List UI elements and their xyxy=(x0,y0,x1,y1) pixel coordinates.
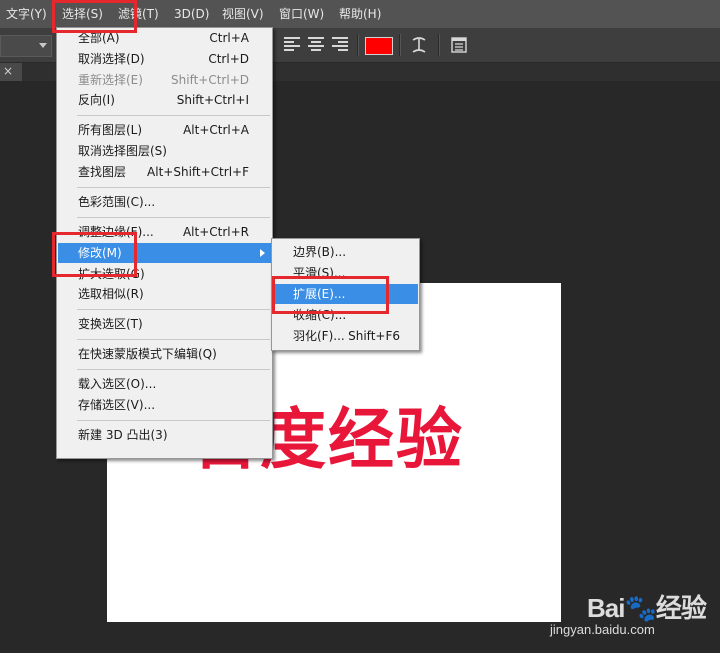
highlight-expand-item xyxy=(272,276,389,314)
baidu-watermark: Bai🐾经验 jingyan.baidu.com xyxy=(550,588,720,653)
warp-text-icon[interactable] xyxy=(410,35,428,55)
menu-item-label: 新建 3D 凸出(3) xyxy=(78,428,168,443)
menu-item-shortcut: Ctrl+A xyxy=(209,31,249,45)
menu-separator xyxy=(77,309,270,311)
menu-separator xyxy=(77,216,270,218)
menu-item-shortcut: Ctrl+D xyxy=(208,51,249,66)
menu-separator xyxy=(77,339,270,341)
menu-item-shortcut: Alt+Ctrl+A xyxy=(183,123,249,138)
watermark-brand: Bai🐾经验 xyxy=(587,593,707,623)
menu-item-label: 取消选择(D) xyxy=(78,51,145,66)
align-center-icon[interactable] xyxy=(308,35,326,55)
toolbar-separator xyxy=(357,34,359,56)
select-menu-item[interactable]: 载入选区(O)... xyxy=(58,374,271,394)
select-menu-item: 重新选择(E) Shift+Ctrl+D xyxy=(58,70,271,90)
menu-item-label: 取消选择图层(S) xyxy=(78,144,167,159)
select-menu-item[interactable]: 选取相似(R) xyxy=(58,284,271,304)
panels-icon[interactable] xyxy=(450,35,468,55)
highlight-modify-item xyxy=(52,232,137,277)
select-menu-item[interactable]: 在快速蒙版模式下编辑(Q) xyxy=(58,344,271,364)
submenu-item[interactable]: 边界(B)... xyxy=(273,242,418,262)
close-icon[interactable]: × xyxy=(3,63,13,79)
menu-item-label: 变换选区(T) xyxy=(78,317,143,332)
menu-item-label: 所有图层(L) xyxy=(78,123,143,138)
menu-item-shortcut: Alt+Ctrl+R xyxy=(182,225,249,239)
submenu-arrow-icon xyxy=(260,248,265,257)
menu-help[interactable]: 帮助(H) xyxy=(339,0,381,28)
warp-text-glyph xyxy=(412,37,426,53)
menu-item-label: 存储选区(V)... xyxy=(78,398,156,413)
highlight-select-menu xyxy=(52,0,137,33)
watermark-url: jingyan.baidu.com xyxy=(550,622,655,637)
menu-item-shortcut: Shift+Ctrl+D xyxy=(171,72,249,87)
toolbar-separator xyxy=(438,34,440,56)
select-menu-item[interactable]: 所有图层(L) Alt+Ctrl+A xyxy=(58,120,271,140)
menu-separator xyxy=(77,115,270,117)
panels-glyph xyxy=(451,37,467,53)
menu-item-shortcut: Shift+Ctrl+I xyxy=(176,93,249,108)
chevron-down-icon xyxy=(39,43,47,48)
select-menu-item[interactable]: 存储选区(V)... xyxy=(58,395,271,415)
menu-window[interactable]: 窗口(W) xyxy=(279,0,324,28)
menu-item-label: 重新选择(E) xyxy=(78,72,143,87)
menu-item-shortcut: Shift+F6 xyxy=(348,329,400,343)
menu-item-label: 选取相似(R) xyxy=(78,287,144,302)
menu-view[interactable]: 视图(V) xyxy=(222,0,264,28)
toolbar-separator xyxy=(399,34,401,56)
menu-item-label: 载入选区(O)... xyxy=(78,377,157,392)
font-size-dropdown[interactable] xyxy=(0,35,52,57)
select-menu-item[interactable]: 变换选区(T) xyxy=(58,314,271,334)
align-right-icon[interactable] xyxy=(332,35,350,55)
menu-separator xyxy=(77,369,270,371)
select-menu-item[interactable]: 色彩范围(C)... xyxy=(58,192,271,212)
align-left-icon[interactable] xyxy=(284,35,302,55)
select-menu-item[interactable]: 查找图层 Alt+Shift+Ctrl+F xyxy=(58,162,271,182)
select-menu-item[interactable]: 取消选择(D) Ctrl+D xyxy=(58,49,271,69)
submenu-item[interactable]: 羽化(F)... Shift+F6 xyxy=(273,326,418,346)
menu-item-label: 在快速蒙版模式下编辑(Q) xyxy=(78,347,217,362)
select-menu-item[interactable]: 新建 3D 凸出(3) xyxy=(58,425,271,445)
menu-separator xyxy=(77,420,270,421)
menu-item-label: 查找图层 xyxy=(78,165,127,179)
menu-3d[interactable]: 3D(D) xyxy=(174,0,209,28)
menu-item-shortcut: Alt+Shift+Ctrl+F xyxy=(147,165,249,179)
menu-separator xyxy=(77,186,270,188)
text-color-swatch[interactable] xyxy=(365,37,393,55)
document-tab[interactable]: × xyxy=(0,63,22,81)
menu-text[interactable]: 文字(Y) xyxy=(6,0,47,28)
menu-item-label: 色彩范围(C)... xyxy=(78,195,156,209)
menu-item-label: 反向(I) xyxy=(78,93,115,108)
menu-item-label: 羽化(F)... xyxy=(293,329,345,343)
select-menu-item[interactable]: 取消选择图层(S) xyxy=(58,141,271,161)
select-menu-item[interactable]: 反向(I) Shift+Ctrl+I xyxy=(58,90,271,110)
menu-item-label: 边界(B)... xyxy=(293,245,347,259)
